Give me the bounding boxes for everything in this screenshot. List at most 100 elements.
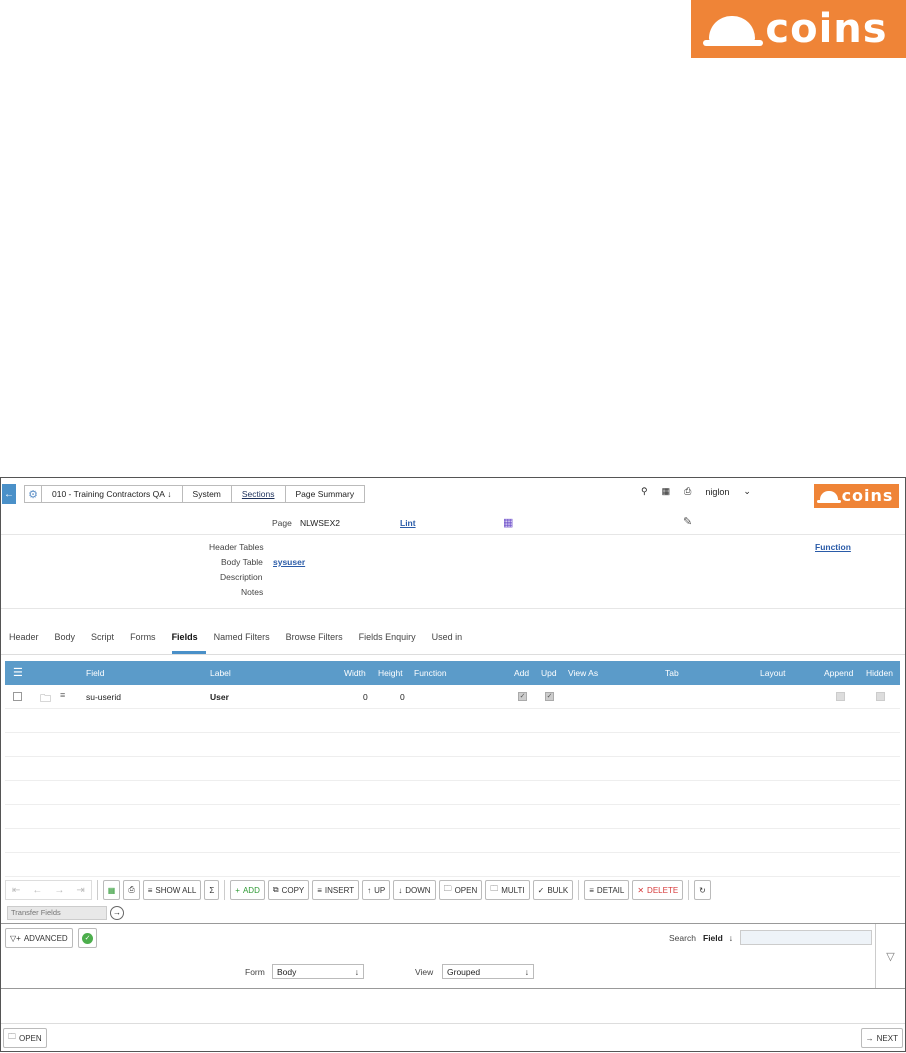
insert-button[interactable]: ≡ INSERT	[312, 880, 360, 900]
folder-icon[interactable]: 🗀	[40, 690, 51, 709]
page-value: NLWSEX2	[300, 518, 340, 528]
advanced-button[interactable]: ▽+ ADVANCED	[5, 928, 73, 948]
table-row[interactable]: 🗀 ≡ su-userid User 0 0 ✓ ✓	[5, 685, 900, 709]
next-record-icon[interactable]: →	[54, 885, 64, 896]
last-record-icon[interactable]: ⇥	[76, 885, 84, 896]
down-button[interactable]: ↓ DOWN	[393, 880, 436, 900]
empty-row	[5, 829, 900, 853]
up-button[interactable]: ↑ UP	[362, 880, 391, 900]
view-select[interactable]: Grouped ↓	[442, 964, 534, 979]
col-width[interactable]: Width	[344, 668, 366, 678]
search-icon[interactable]: ⚲	[641, 486, 648, 497]
tab-header[interactable]: Header	[9, 632, 47, 654]
arrow-right-circle-icon[interactable]: →	[110, 905, 124, 920]
tab-named-filters[interactable]: Named Filters	[214, 632, 278, 654]
multi-button[interactable]: 🗀 MULTI	[485, 880, 530, 900]
row-checkbox[interactable]	[13, 692, 22, 701]
form-label: Form	[245, 967, 265, 977]
breadcrumb-sections[interactable]: Sections	[231, 485, 286, 503]
transfer-fields-input[interactable]	[7, 905, 107, 920]
show-all-button[interactable]: ≡ SHOW ALL	[142, 880, 202, 900]
detail-search-icon[interactable]: ≡	[60, 690, 65, 700]
chevron-down-icon[interactable]: ⌄	[743, 486, 751, 497]
detail-button[interactable]: ≡ DETAIL	[584, 880, 630, 900]
wrench-icon[interactable]: ⚙	[24, 485, 42, 503]
delete-button[interactable]: ✕ DELETE	[632, 880, 684, 900]
user-name[interactable]: niglon	[705, 487, 729, 497]
list-menu-icon[interactable]: ☰	[13, 666, 23, 679]
copy-icon: ⧉	[272, 885, 279, 894]
tab-fields-enquiry[interactable]: Fields Enquiry	[359, 632, 424, 654]
body-table-link[interactable]: sysuser	[273, 557, 305, 567]
row-upd-checkbox[interactable]: ✓	[545, 692, 554, 701]
next-button[interactable]: → NEXT	[860, 1028, 903, 1048]
col-upd[interactable]: Upd	[541, 668, 557, 678]
grid-header: ☰ Field Label Width Height Function Add …	[5, 661, 900, 685]
previous-record-icon[interactable]: ←	[32, 885, 42, 896]
back-button[interactable]: ←	[2, 484, 16, 504]
col-layout[interactable]: Layout	[760, 668, 786, 678]
excel-button[interactable]: ▦	[102, 880, 121, 900]
print-icon[interactable]: ⎙	[684, 486, 691, 497]
check-icon: ✓	[537, 885, 545, 895]
separator	[224, 880, 226, 900]
tab-body[interactable]: Body	[55, 632, 84, 654]
print-button[interactable]: ⎙	[123, 880, 140, 900]
down-icon: ↓	[398, 885, 403, 895]
form-select[interactable]: Body ↓	[272, 964, 364, 979]
tab-used-in[interactable]: Used in	[432, 632, 471, 654]
row-append-checkbox[interactable]	[836, 692, 845, 701]
empty-row	[5, 757, 900, 781]
bulk-button[interactable]: ✓ BULK	[532, 880, 574, 900]
logo-text: coins	[765, 6, 888, 52]
pencil-icon[interactable]: ✎	[683, 515, 692, 528]
grid-icon[interactable]: ▦	[503, 516, 513, 529]
col-tab[interactable]: Tab	[665, 668, 679, 678]
apply-filter-button[interactable]: ✓	[78, 928, 97, 948]
apps-grid-icon[interactable]: ▦	[662, 486, 671, 497]
col-add[interactable]: Add	[514, 668, 529, 678]
up-icon: ↑	[367, 885, 372, 895]
tab-browse-filters[interactable]: Browse Filters	[286, 632, 351, 654]
top-bar: ← ⚙ 010 - Training Contractors QA ↓ Syst…	[1, 478, 905, 511]
col-view-as[interactable]: View As	[568, 668, 598, 678]
footer-open-button[interactable]: 🗀 OPEN	[3, 1028, 47, 1048]
tab-forms[interactable]: Forms	[130, 632, 164, 654]
copy-button[interactable]: ⧉ COPY	[267, 880, 310, 900]
empty-row	[5, 733, 900, 757]
transfer-row: →	[7, 905, 124, 920]
notes-label: Notes	[241, 587, 264, 597]
empty-row	[5, 781, 900, 805]
tab-fields[interactable]: Fields	[171, 632, 206, 654]
first-record-icon[interactable]: ⇤	[12, 885, 20, 896]
open-button[interactable]: 🗀 OPEN	[438, 880, 483, 900]
filter-icon[interactable]: ▽	[875, 924, 905, 988]
breadcrumb-page-summary[interactable]: Page Summary	[285, 485, 366, 503]
refresh-button[interactable]: ↻	[694, 880, 711, 900]
function-link[interactable]: Function	[815, 542, 851, 552]
col-field[interactable]: Field	[86, 668, 104, 678]
search-input[interactable]	[740, 930, 872, 945]
multi-folder-icon: 🗀	[490, 884, 499, 893]
breadcrumb-system[interactable]: System	[182, 485, 232, 503]
empty-row	[5, 709, 900, 733]
breadcrumb-company[interactable]: 010 - Training Contractors QA ↓	[42, 485, 183, 503]
col-label[interactable]: Label	[210, 668, 231, 678]
arrow-right-icon: →	[865, 1033, 874, 1043]
plus-icon: +	[235, 885, 240, 895]
tab-script[interactable]: Script	[91, 632, 122, 654]
lint-link[interactable]: Lint	[400, 518, 416, 528]
col-append[interactable]: Append	[824, 668, 853, 678]
col-function[interactable]: Function	[414, 668, 447, 678]
row-field: su-userid	[86, 692, 121, 702]
row-hidden-checkbox[interactable]	[876, 692, 885, 701]
refresh-icon: ↻	[699, 885, 706, 895]
col-height[interactable]: Height	[378, 668, 403, 678]
row-add-checkbox[interactable]: ✓	[518, 692, 527, 701]
add-button[interactable]: + ADD	[230, 880, 265, 900]
col-hidden[interactable]: Hidden	[866, 668, 893, 678]
search-field-select[interactable]: Field ↓	[698, 930, 738, 945]
fields-grid: ☰ Field Label Width Height Function Add …	[5, 661, 900, 877]
arrow-down-icon: ↓	[524, 966, 529, 977]
sum-button[interactable]: Σ	[204, 880, 220, 900]
